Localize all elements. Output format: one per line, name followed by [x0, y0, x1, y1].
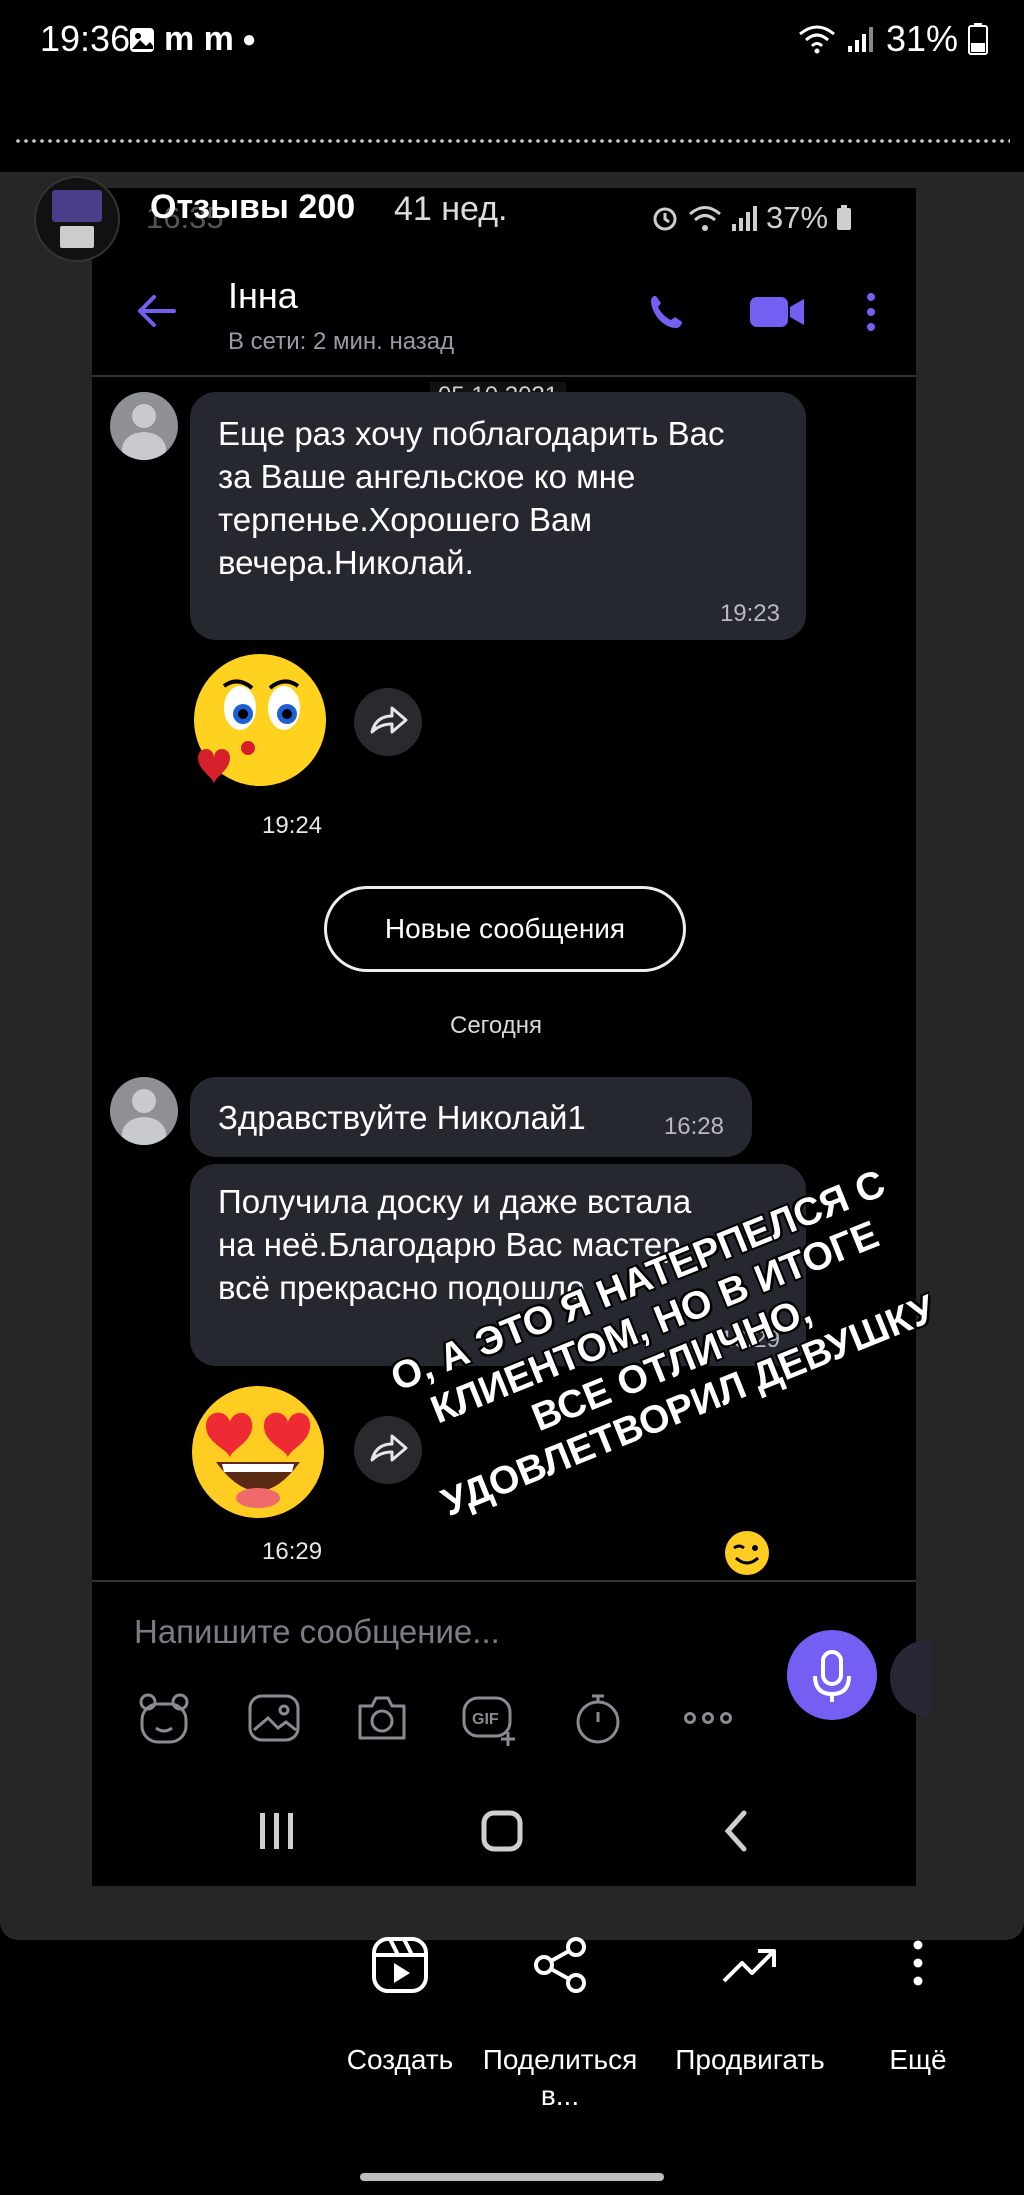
back-icon — [724, 1810, 747, 1852]
recents-icon — [260, 1813, 293, 1849]
reels-icon — [372, 1937, 428, 1993]
voice-message-button[interactable] — [787, 1630, 877, 1720]
inner-battery-percent: 37% — [766, 200, 829, 235]
alarm-icon — [653, 207, 677, 231]
contact-name: Інна — [228, 275, 298, 316]
sender-avatar[interactable] — [110, 392, 178, 460]
video-call-icon[interactable] — [748, 292, 808, 332]
promote-label: Продвигать — [675, 2044, 825, 2075]
share-label: Поделиться в... — [482, 2044, 638, 2111]
contact-status: В сети: 2 мин. назад — [228, 328, 455, 355]
status-right: 31% — [798, 18, 988, 60]
wifi-icon — [798, 25, 835, 54]
sticker-time: 16:29 — [262, 1538, 323, 1565]
message-bubble[interactable]: Здравствуйте Николай1 16:28 — [190, 1077, 752, 1157]
inner-signal-icon — [732, 206, 757, 231]
gallery-icon[interactable] — [244, 1688, 304, 1748]
more-label: Ещё — [889, 2044, 947, 2075]
microphone-icon — [813, 1650, 851, 1702]
svg-text:GIF: GIF — [472, 1711, 499, 1728]
more-action[interactable]: Ещё — [828, 1935, 1008, 2078]
create-action[interactable]: Создать — [310, 1935, 490, 2078]
forward-button[interactable] — [354, 688, 422, 756]
home-icon — [481, 1810, 523, 1852]
battery-percent: 31% — [885, 18, 958, 59]
more-vertical-icon — [913, 1940, 923, 1986]
story-progress-bar — [14, 139, 1010, 143]
create-label: Создать — [346, 2044, 454, 2075]
status-time: 19:36 — [40, 18, 131, 59]
gesture-bar[interactable] — [360, 2173, 664, 2181]
compose-divider — [92, 1580, 916, 1582]
timer-icon[interactable] — [568, 1688, 628, 1748]
message-time: 16:28 — [663, 1113, 724, 1140]
camera-icon[interactable] — [352, 1688, 412, 1748]
inner-battery-icon — [837, 205, 852, 230]
more-horizontal-icon[interactable] — [678, 1688, 738, 1748]
back-arrow-icon[interactable] — [134, 288, 180, 334]
story-age: 41 нед. — [394, 190, 508, 228]
signal-icon — [847, 27, 873, 52]
sender-avatar[interactable] — [110, 1077, 178, 1145]
story-avatar[interactable] — [34, 176, 120, 262]
message-text: Здравствуйте Николай1 — [218, 1099, 586, 1136]
gif-icon[interactable]: GIF — [460, 1688, 520, 1748]
forward-icon — [370, 706, 408, 734]
gallery-icon — [130, 27, 154, 52]
android-nav-bar — [260, 1810, 747, 1852]
inner-wifi-icon — [689, 206, 721, 231]
heart-eyes-emoji-sticker[interactable] — [188, 1380, 328, 1520]
message-time: 19:23 — [719, 600, 780, 627]
dot-icon: ● — [241, 25, 257, 53]
share-action[interactable]: Поделиться в... — [470, 1935, 650, 2114]
status-notifications: m m ● — [128, 20, 256, 59]
battery-icon — [968, 23, 988, 55]
sticker-time: 19:24 — [262, 812, 323, 839]
message-input[interactable]: Напишите сообщение... — [134, 1613, 500, 1651]
new-messages-pill[interactable]: Новые сообщения — [324, 886, 686, 972]
new-messages-label: Новые сообщения — [384, 913, 626, 944]
inner-status-bar: 37% — [650, 200, 852, 236]
notification-text: m m — [164, 20, 234, 58]
trend-icon — [722, 1949, 776, 1983]
story-username[interactable]: Отзывы 200 — [150, 188, 355, 227]
kiss-emoji-sticker[interactable] — [188, 650, 328, 790]
sticker-bear-icon[interactable] — [134, 1688, 194, 1748]
share-icon — [534, 1937, 586, 1993]
today-separator: Сегодня — [450, 1012, 542, 1039]
message-bubble[interactable]: Еще раз хочу поблагодарить Вас за Ваше а… — [190, 392, 806, 640]
phone-call-icon[interactable] — [646, 292, 686, 332]
wink-emoji-icon — [725, 1531, 769, 1575]
more-vertical-icon[interactable] — [858, 290, 884, 334]
message-text: Еще раз хочу поблагодарить Вас за Ваше а… — [218, 415, 725, 581]
promote-action[interactable]: Продвигать — [660, 1935, 840, 2078]
